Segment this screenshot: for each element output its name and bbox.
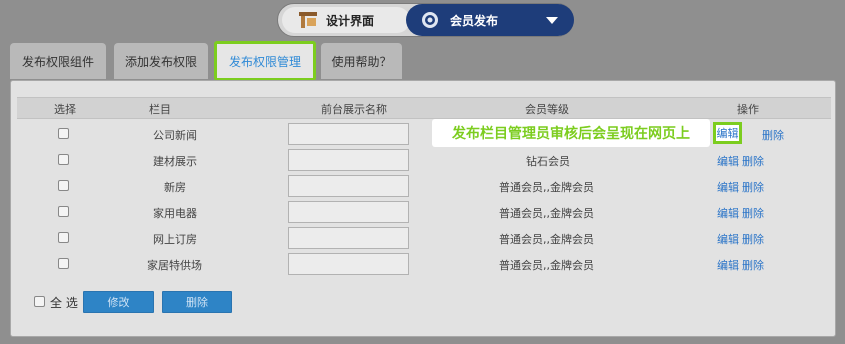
row-checkbox[interactable] [58,128,69,139]
row-checkbox[interactable] [58,258,69,269]
gear-icon [420,10,440,30]
edit-link[interactable]: 编辑 [717,205,739,221]
edit-link[interactable]: 编辑 [717,179,739,195]
tab-permission-manage[interactable]: 发布权限管理 [214,41,316,81]
front-name-input[interactable] [288,175,409,197]
row-column: 建材展示 [153,155,197,168]
header-member-level: 会员等级 [525,103,569,116]
row-checkbox[interactable] [58,154,69,165]
design-icon [298,11,318,29]
delete-link[interactable]: 删除 [742,257,764,273]
header-front-name: 前台展示名称 [321,103,387,116]
front-name-input[interactable] [288,227,409,249]
row-checkbox[interactable] [58,232,69,243]
member-publish-label: 会员发布 [450,13,499,28]
permission-panel: 选择 栏目 前台展示名称 会员等级 操作 公司新闻 删除 建材展示 钻石会员 编… [10,80,836,337]
header-select: 选择 [54,103,76,116]
tab-publish-component[interactable]: 发布权限组件 [10,43,106,79]
table-row: 家居特供场 普通会员,,金牌会员 编辑 删除 [17,251,831,277]
row-level: 普通会员,,金牌会员 [499,259,594,272]
row-column: 新房 [164,181,186,194]
select-all-checkbox[interactable] [34,296,45,307]
front-name-input[interactable] [288,253,409,275]
row-checkbox[interactable] [58,180,69,191]
row-column: 公司新闻 [153,129,197,142]
header-column: 栏目 [149,103,171,116]
table-row: 网上订房 普通会员,,金牌会员 编辑 删除 [17,225,831,251]
chevron-down-icon[interactable] [546,17,558,24]
table-row: 建材展示 钻石会员 编辑 删除 [17,147,831,173]
select-all-label: 全 选 [50,296,78,310]
edit-link[interactable]: 编辑 [717,231,739,247]
row-column: 网上订房 [153,233,197,246]
edit-link[interactable]: 编辑 [717,153,739,169]
view-toggle: 设计界面 会员发布 [277,3,574,37]
tab-help[interactable]: 使用帮助？ [321,43,402,79]
delete-link[interactable]: 删除 [742,153,764,169]
table-row: 家用电器 普通会员,,金牌会员 编辑 删除 [17,199,831,225]
delete-link[interactable]: 删除 [742,231,764,247]
row-level: 钻石会员 [526,155,570,168]
row-level: 普通会员,,金牌会员 [499,233,594,246]
row-level: 普通会员,,金牌会员 [499,181,594,194]
row-level: 普通会员,,金牌会员 [499,207,594,220]
delete-link[interactable]: 删除 [762,127,784,143]
front-name-input[interactable] [288,201,409,223]
delete-button[interactable]: 删除 [162,291,232,313]
design-view-label: 设计界面 [326,13,375,28]
callout-tooltip: 发布栏目管理员审核后会呈现在网页上 [432,119,710,147]
row-checkbox[interactable] [58,206,69,217]
modify-button[interactable]: 修改 [83,291,154,313]
highlighted-edit-link[interactable]: 编辑 [713,122,742,144]
front-name-input[interactable] [288,149,409,171]
delete-link[interactable]: 删除 [742,179,764,195]
header-action: 操作 [737,103,759,116]
delete-link[interactable]: 删除 [742,205,764,221]
member-publish-button[interactable]: 会员发布 [406,4,574,36]
edit-link[interactable]: 编辑 [717,257,739,273]
row-column: 家居特供场 [147,259,202,272]
table-row: 新房 普通会员,,金牌会员 编辑 删除 [17,173,831,199]
row-column: 家用电器 [153,207,197,220]
table-header: 选择 栏目 前台展示名称 会员等级 操作 [17,97,831,119]
tab-add-permission[interactable]: 添加发布权限 [114,43,208,79]
front-name-input[interactable] [288,123,409,145]
design-view-button[interactable]: 设计界面 [282,7,410,33]
